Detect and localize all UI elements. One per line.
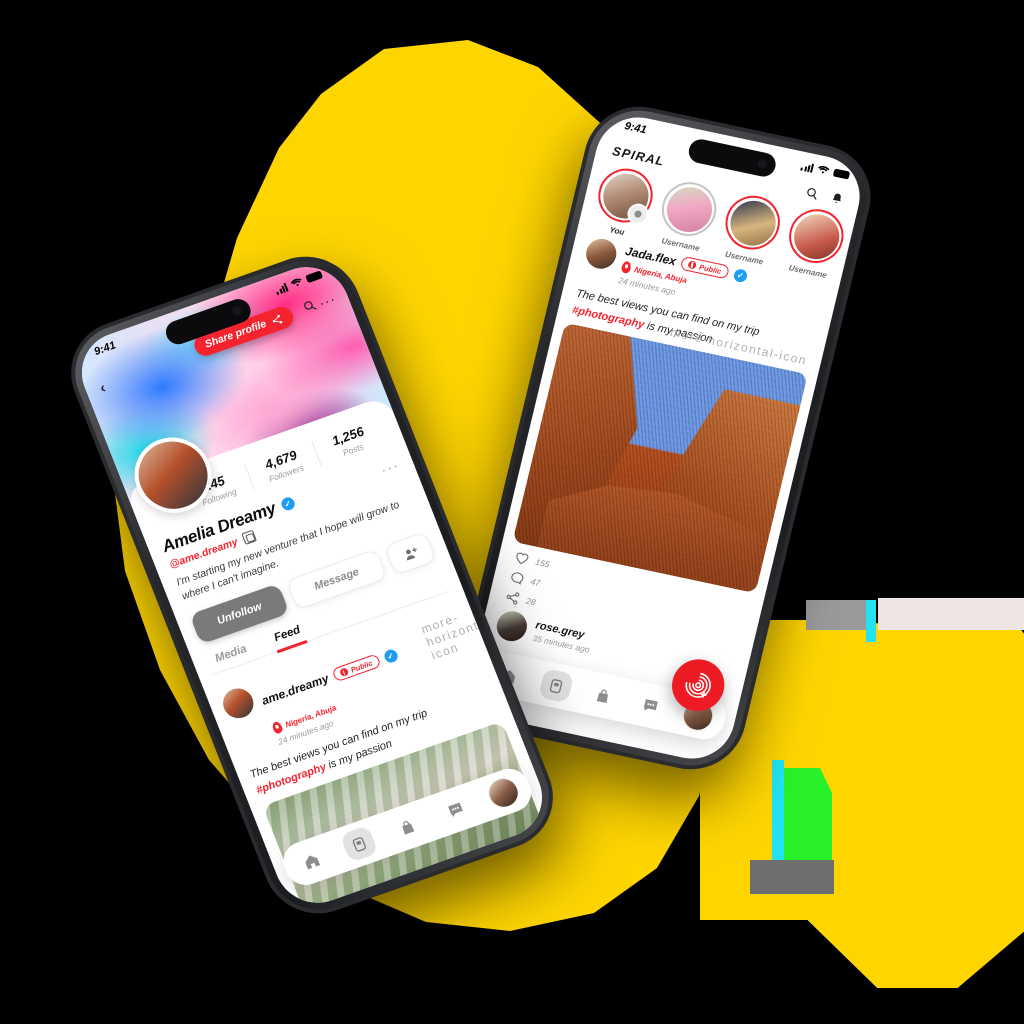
location-pin-icon — [620, 260, 633, 275]
share-icon — [272, 314, 283, 323]
spiral-create-icon — [685, 672, 711, 698]
copy-icon[interactable] — [240, 529, 257, 546]
story-avatar — [725, 196, 780, 250]
search-button[interactable] — [300, 297, 318, 315]
status-time: 9:41 — [623, 120, 648, 137]
nav-profile-avatar[interactable] — [483, 773, 524, 812]
like-count: 155 — [534, 556, 551, 570]
location-pin-icon — [271, 720, 284, 736]
battery-icon — [305, 270, 324, 284]
story-ring — [783, 204, 850, 268]
story-avatar — [789, 209, 844, 263]
privacy-label: Public — [698, 262, 723, 276]
tab-feed[interactable]: Feed — [273, 624, 305, 651]
story-item-3[interactable]: Username — [780, 204, 850, 281]
decorative-fragment-gray-top — [806, 600, 868, 630]
post-privacy-badge: Public — [331, 653, 382, 683]
comment-count: 47 — [529, 575, 542, 588]
status-time: 9:41 — [92, 339, 118, 358]
back-button[interactable]: ‹ — [97, 379, 108, 396]
home-icon — [304, 855, 320, 870]
stat-followers[interactable]: 4,679 Followers — [244, 441, 322, 490]
verified-badge-icon — [382, 647, 400, 665]
nav-feed-button[interactable] — [339, 824, 379, 863]
cellular-signal-icon — [274, 282, 289, 295]
nav-home-button[interactable] — [291, 842, 330, 880]
nav-feed-button[interactable] — [537, 667, 574, 704]
story-ring — [592, 163, 659, 228]
decorative-fragment-green — [784, 768, 832, 864]
verified-badge-icon — [732, 267, 749, 283]
cellular-signal-icon — [800, 161, 815, 173]
nav-shop-button[interactable] — [585, 678, 621, 713]
battery-icon — [832, 168, 851, 180]
chat-bubble-icon — [643, 699, 658, 711]
person-add-icon — [405, 547, 417, 561]
profile-more-button[interactable]: ··· — [378, 457, 401, 478]
post-author-name[interactable]: ame.dreamy — [260, 672, 331, 708]
post-author-avatar[interactable] — [218, 684, 259, 723]
nav-chat-button[interactable] — [436, 791, 475, 829]
wifi-icon — [290, 278, 302, 287]
decorative-fragment-beige — [878, 598, 1024, 630]
globe-icon — [687, 260, 698, 270]
verified-badge-icon — [279, 495, 297, 512]
story-ring — [656, 177, 722, 241]
story-item-2[interactable]: Username — [717, 190, 786, 268]
heart-icon[interactable] — [514, 551, 531, 567]
shop-bag-icon — [402, 820, 415, 835]
decorative-fragment-cyan — [772, 760, 784, 870]
comment-icon[interactable] — [509, 570, 526, 586]
story-item-you[interactable]: You — [590, 163, 659, 241]
shop-bag-icon — [596, 689, 609, 703]
chat-bubble-icon — [447, 802, 463, 818]
wifi-icon — [818, 166, 830, 174]
decorative-fragment-cyan-top — [866, 600, 876, 642]
story-ring — [719, 190, 786, 255]
composition-stage: 9:41 SPIRAL You Username Username Userna… — [0, 0, 1024, 1024]
privacy-label: Public — [349, 658, 374, 675]
story-item-1[interactable]: Username — [653, 177, 722, 254]
globe-icon — [339, 667, 350, 678]
share-icon[interactable] — [504, 589, 521, 606]
stat-posts[interactable]: 1,256 Posts — [311, 417, 389, 467]
nav-chat-button[interactable] — [632, 688, 668, 723]
feed-card-icon — [549, 678, 562, 693]
feed-card-icon — [352, 836, 366, 852]
search-icon[interactable] — [804, 185, 821, 202]
story-avatar — [661, 182, 717, 236]
next-post-avatar[interactable] — [493, 608, 531, 644]
search-icon — [304, 301, 317, 310]
decorative-fragment-gray — [750, 860, 834, 894]
notification-bell-icon[interactable] — [829, 190, 845, 206]
status-indicators — [274, 269, 324, 295]
status-indicators — [800, 161, 851, 181]
nav-shop-button[interactable] — [388, 808, 427, 846]
more-options-button[interactable]: ··· — [316, 290, 338, 311]
tab-media[interactable]: Media — [214, 643, 252, 672]
share-count: 28 — [525, 595, 537, 608]
post-author-avatar[interactable] — [583, 236, 620, 272]
